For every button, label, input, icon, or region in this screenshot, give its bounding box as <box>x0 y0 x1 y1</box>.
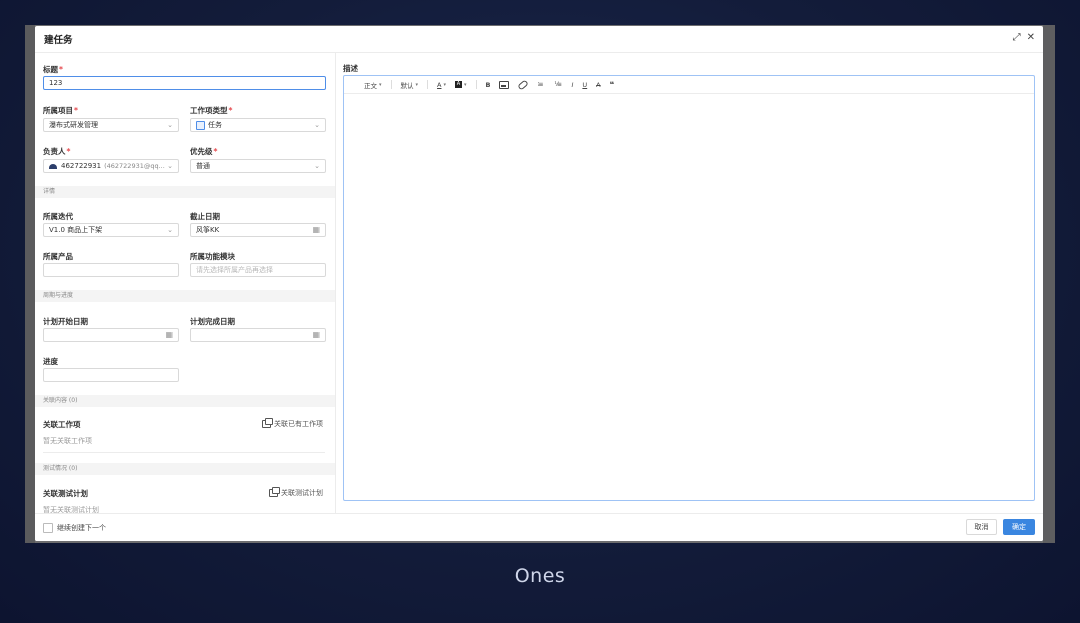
deadline-picker[interactable]: 风筝KK ▦ <box>190 223 326 237</box>
create-task-dialog: 建任务 ⤢ ✕ 标题* 123 所属项目* 瀑布式研发管理 ⌄ 工作项类型* 任务… <box>35 26 1043 541</box>
link-icon <box>262 418 273 428</box>
related-items-label: 关联工作项 <box>43 420 81 429</box>
font-size-dropdown[interactable]: 默认 ▾ <box>401 80 419 90</box>
task-icon <box>196 120 205 130</box>
schedule-section-header: 周期与进度 <box>35 290 335 302</box>
related-section-header: 关联内容 (0) <box>35 395 335 407</box>
plan-end-label: 计划完成日期 <box>190 317 235 326</box>
toolbar-separator <box>427 80 429 89</box>
project-select[interactable]: 瀑布式研发管理 ⌄ <box>43 118 179 132</box>
link-icon[interactable] <box>517 78 530 91</box>
details-section-header: 详情 <box>35 186 335 198</box>
toolbar-separator <box>390 80 392 89</box>
font-color-icon[interactable]: A ▾ <box>437 81 446 89</box>
expand-icon[interactable]: ⤢ <box>1013 32 1021 44</box>
calendar-icon: ▦ <box>312 330 320 339</box>
plan-start-picker[interactable]: ▦ <box>43 328 179 342</box>
image-icon[interactable] <box>499 80 510 89</box>
form-pane: 标题* 123 所属项目* 瀑布式研发管理 ⌄ 工作项类型* 任务 ⌄ 负责人* 4… <box>35 53 336 513</box>
plan-start-label: 计划开始日期 <box>43 317 88 326</box>
title-input[interactable]: 123 <box>43 76 326 90</box>
editor-toolbar: 正文 ▾ 默认 ▾ A ▾ A ▾ B ⁝≡ ⅟≡ I U A ❝ <box>344 76 1034 94</box>
paragraph-style-dropdown[interactable]: 正文 ▾ <box>364 80 382 90</box>
priority-label: 优先级* <box>190 147 218 156</box>
strikethrough-icon[interactable]: A <box>596 81 600 89</box>
description-pane: 描述 正文 ▾ 默认 ▾ A ▾ A ▾ B ⁝≡ ⅟≡ I U A ❝ <box>343 53 1037 513</box>
divider <box>43 452 325 453</box>
deadline-label: 截止日期 <box>190 212 220 221</box>
title-label: 标题* <box>43 65 63 74</box>
iteration-select[interactable]: V1.0 商品上下架 ⌄ <box>43 223 179 237</box>
iteration-label: 所属迭代 <box>43 212 73 221</box>
header-actions: ⤢ ✕ <box>1013 32 1035 44</box>
close-icon[interactable]: ✕ <box>1027 32 1035 44</box>
toolbar-separator <box>475 80 477 89</box>
dialog-header: 建任务 ⤢ ✕ <box>35 26 1043 53</box>
description-label: 描述 <box>343 64 358 73</box>
type-label: 工作项类型* <box>190 106 233 115</box>
confirm-button[interactable]: 确定 <box>1003 519 1035 535</box>
continue-create-label: 继续创建下一个 <box>57 524 106 532</box>
underline-icon[interactable]: U <box>582 81 587 89</box>
test-section-header: 测试情况 (0) <box>35 463 335 475</box>
backdrop-edge-left <box>25 25 35 543</box>
assignee-select[interactable]: 462722931 (462722931@qq... ⌄ <box>43 159 179 173</box>
product-label: 所属产品 <box>43 252 73 261</box>
numbered-list-icon[interactable]: ⅟≡ <box>554 81 562 88</box>
link-icon <box>269 487 280 497</box>
chevron-down-icon: ⌄ <box>314 121 320 129</box>
backdrop-edge-right <box>1043 25 1055 543</box>
module-select[interactable]: 请先选择所属产品再选择 <box>190 263 326 277</box>
caption: Ones <box>514 565 566 587</box>
description-editor[interactable]: 正文 ▾ 默认 ▾ A ▾ A ▾ B ⁝≡ ⅟≡ I U A ❝ <box>343 75 1035 501</box>
link-existing-items-button[interactable]: 关联已有工作项 <box>262 418 323 429</box>
highlight-color-icon[interactable]: A ▾ <box>455 81 467 88</box>
assignee-label: 负责人* <box>43 147 71 156</box>
bold-icon[interactable]: B <box>486 81 491 89</box>
type-select[interactable]: 任务 ⌄ <box>190 118 326 132</box>
module-label: 所属功能模块 <box>190 252 235 261</box>
progress-label: 进度 <box>43 357 58 366</box>
progress-input[interactable] <box>43 368 179 382</box>
product-select[interactable] <box>43 263 179 277</box>
calendar-icon: ▦ <box>165 330 173 339</box>
calendar-icon: ▦ <box>312 225 320 234</box>
italic-icon[interactable]: I <box>571 81 573 89</box>
chevron-down-icon: ⌄ <box>167 226 173 234</box>
priority-select[interactable]: 普通 ⌄ <box>190 159 326 173</box>
plan-end-picker[interactable]: ▦ <box>190 328 326 342</box>
quote-icon[interactable]: ❝ <box>610 80 615 89</box>
chevron-down-icon: ⌄ <box>167 121 173 129</box>
bullet-list-icon[interactable]: ⁝≡ <box>537 81 545 88</box>
chevron-down-icon: ⌄ <box>167 162 173 170</box>
cancel-button[interactable]: 取消 <box>966 519 997 535</box>
link-test-plan-button[interactable]: 关联测试计划 <box>269 487 323 498</box>
dialog-title: 建任务 <box>44 35 73 46</box>
chevron-down-icon: ⌄ <box>314 162 320 170</box>
continue-create-checkbox[interactable]: 继续创建下一个 <box>43 523 106 533</box>
test-plan-empty: 暂无关联测试计划 <box>43 506 99 513</box>
test-plan-label: 关联测试计划 <box>43 489 88 498</box>
project-label: 所属项目* <box>43 106 78 115</box>
checkbox[interactable] <box>43 523 53 533</box>
dialog-footer: 继续创建下一个 取消 确定 <box>35 513 1043 541</box>
related-items-empty: 暂无关联工作项 <box>43 437 92 445</box>
avatar-icon <box>49 163 57 169</box>
